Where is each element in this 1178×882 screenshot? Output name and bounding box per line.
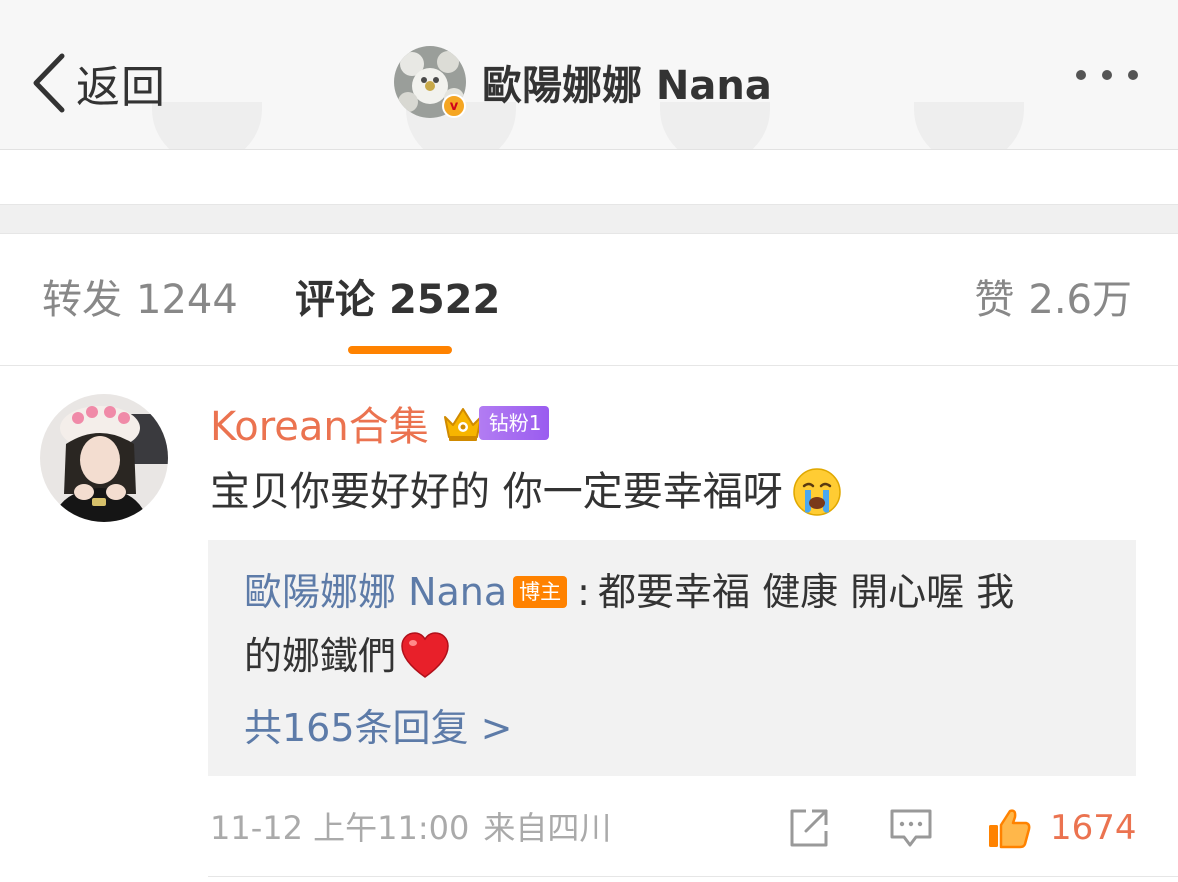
comment-icon [890, 809, 932, 847]
share-icon [790, 809, 828, 847]
tab-repost-label: 转发 [42, 277, 122, 323]
red-heart-icon [401, 632, 449, 678]
active-tab-indicator [348, 346, 452, 354]
comment-header: Korean合集 钻粉1 [210, 394, 550, 452]
tab-comment[interactable]: 评论 2522 [295, 274, 500, 326]
comment-text: 宝贝你要好好的 你一定要幸福呀 [210, 462, 843, 522]
more-dots-icon [1128, 70, 1138, 80]
tab-comment-count: 2522 [389, 277, 501, 323]
comment-meta: 11-12 上午11:00 来自四川 [210, 804, 611, 852]
view-replies-link[interactable]: 共165条回复 > [244, 700, 512, 756]
commenter-avatar[interactable] [40, 394, 168, 522]
reply-colon: : [577, 570, 590, 614]
background-decoration [914, 102, 1024, 149]
back-label: 返回 [76, 62, 166, 113]
tab-like-label: 赞 [974, 277, 1015, 323]
comment-divider [208, 876, 1178, 877]
avatar[interactable]: v [394, 46, 466, 118]
comment-date: 11-12 上午11:00 [210, 809, 470, 847]
fan-level-badge: 钻粉1 [478, 406, 550, 440]
more-button[interactable] [1076, 70, 1138, 80]
share-button[interactable] [786, 804, 832, 852]
more-dots-icon [1076, 70, 1086, 80]
tab-repost[interactable]: 转发 1244 [42, 274, 238, 326]
profile-title[interactable]: v 歐陽娜娜 Nana [394, 46, 772, 118]
author-badge: 博主 [513, 576, 568, 608]
crying-face-icon [792, 468, 841, 516]
like-count: 1674 [1050, 808, 1137, 848]
reply-author[interactable]: 歐陽娜娜 Nana [244, 564, 507, 620]
commenter-avatar-image [40, 394, 168, 522]
comment-body: 宝贝你要好好的 你一定要幸福呀 [210, 469, 783, 515]
more-dots-icon [1102, 70, 1112, 80]
reply-text-line1: 都要幸福 健康 開心喔 我 [597, 570, 1015, 614]
tab-like-count: 2.6万 [1028, 277, 1132, 323]
reply-text-line2: 的娜鐵們 [244, 634, 397, 678]
comment-location: 来自四川 [483, 809, 612, 847]
section-divider [0, 204, 1178, 234]
back-button[interactable]: 返回 [30, 50, 166, 116]
tab-comment-label: 评论 [295, 277, 375, 323]
reply-preview-box[interactable]: 歐陽娜娜 Nana 博主 : 都要幸福 健康 開心喔 我 的娜鐵們 共165条回… [208, 540, 1136, 776]
tab-like[interactable]: 赞 2.6万 [974, 274, 1132, 326]
tab-bar: 转发 1244 评论 2522 赞 2.6万 [0, 234, 1178, 366]
verified-badge-icon: v [442, 94, 466, 118]
reply-second-line: 的娜鐵們 [244, 628, 452, 684]
reply-first-line: 歐陽娜娜 Nana 博主 : 都要幸福 健康 開心喔 我 [244, 564, 1014, 620]
like-button[interactable]: 1674 [986, 804, 1137, 852]
reply-button[interactable] [888, 804, 934, 852]
commenter-username[interactable]: Korean合集 [210, 394, 429, 452]
background-decoration [152, 102, 262, 149]
tab-repost-count: 1244 [136, 277, 238, 323]
thumbs-up-icon [989, 809, 1031, 849]
chevron-left-icon [33, 53, 65, 113]
top-nav-bar: 返回 v 歐陽娜娜 Nana [0, 0, 1178, 150]
page-title: 歐陽娜娜 Nana [482, 63, 772, 109]
